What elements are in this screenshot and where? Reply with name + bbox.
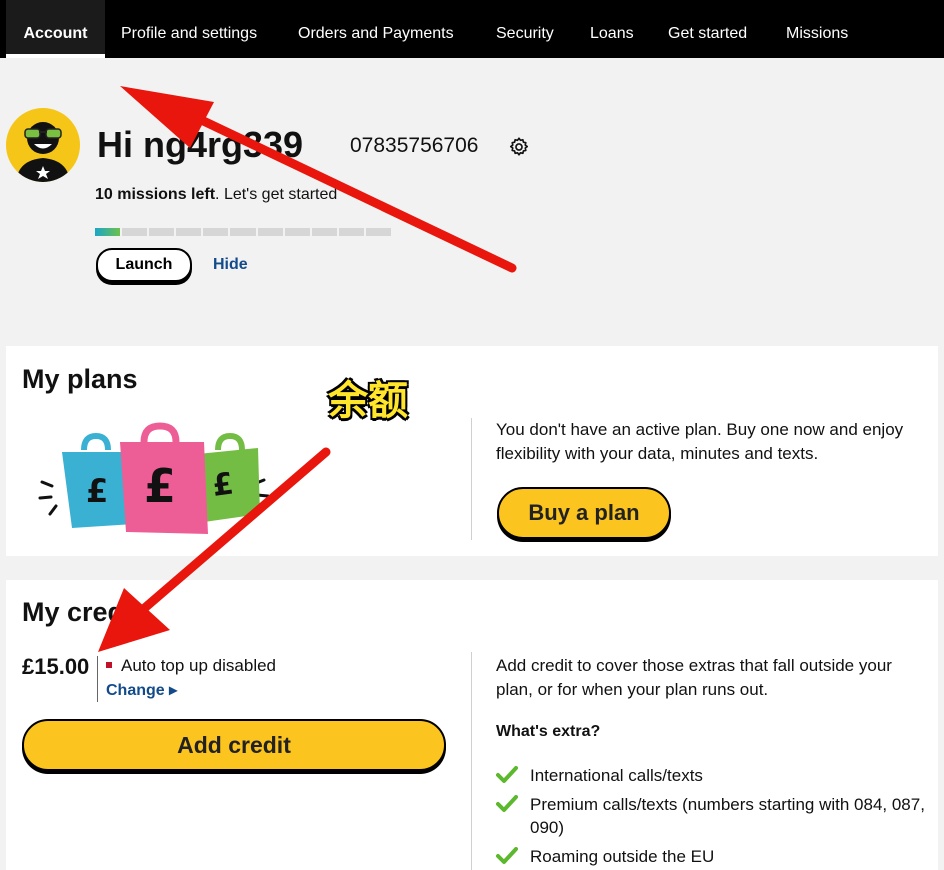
my-plans-title: My plans xyxy=(22,364,138,394)
check-icon xyxy=(496,766,518,783)
auto-top-up-status-icon xyxy=(106,662,112,668)
progress-segment xyxy=(122,228,148,236)
annotation-arrow-icon xyxy=(120,86,517,273)
shopping-bags-illustration-icon: £ £ £ xyxy=(38,422,270,534)
balance-divider xyxy=(97,656,98,702)
avatar xyxy=(6,108,80,182)
missions-count: 10 missions left xyxy=(95,186,216,203)
credit-description: Add credit to cover those extras that fa… xyxy=(496,656,892,699)
check-icon xyxy=(496,795,518,812)
change-auto-top-up-link[interactable]: Change ▸ xyxy=(106,680,177,700)
avatar-character-icon xyxy=(16,122,70,182)
missions-status: 10 missions left. Let's get started xyxy=(95,186,337,204)
phone-number: 07835756706 xyxy=(350,134,479,157)
extras-list-item: International calls/texts xyxy=(496,764,936,787)
plans-divider xyxy=(471,418,472,540)
missions-prompt: . Let's get started xyxy=(215,186,338,203)
my-plans-card: My plans £ £ £ You don't have an active … xyxy=(6,346,938,556)
progress-segment xyxy=(203,228,229,236)
missions-progress-bar xyxy=(95,228,392,236)
svg-text:£: £ xyxy=(144,459,176,513)
tab-orders-and-payments[interactable]: Orders and Payments xyxy=(298,0,454,58)
progress-segment xyxy=(149,228,175,236)
launch-button[interactable]: Launch xyxy=(96,248,192,282)
tab-security[interactable]: Security xyxy=(496,0,554,58)
tab-account[interactable]: Account xyxy=(6,0,105,58)
buy-plan-button[interactable]: Buy a plan xyxy=(497,487,671,539)
progress-segment xyxy=(257,228,283,236)
tab-missions[interactable]: Missions xyxy=(786,0,848,58)
progress-segment xyxy=(230,228,256,236)
greeting-heading: Hi ng4rg339 xyxy=(97,124,304,165)
extras-list-item: Roaming outside the EU xyxy=(496,845,936,868)
progress-segment xyxy=(338,228,364,236)
credit-divider xyxy=(471,652,472,870)
annotation-label: 余额 xyxy=(328,378,408,424)
progress-segment xyxy=(284,228,310,236)
tab-get-started[interactable]: Get started xyxy=(668,0,747,58)
extras-item-label: Roaming outside the EU xyxy=(530,847,715,866)
my-credit-title: My credit xyxy=(22,597,141,627)
my-credit-card: My credit £15.00 Auto top up disabled Ch… xyxy=(6,580,938,870)
auto-top-up-status: Auto top up disabled xyxy=(121,656,277,675)
extras-heading: What's extra? xyxy=(496,723,601,740)
progress-segment xyxy=(95,228,121,236)
progress-segment xyxy=(311,228,337,236)
extras-list-item: Premium calls/texts (numbers starting wi… xyxy=(496,793,936,839)
gear-icon[interactable] xyxy=(508,136,530,158)
progress-segment xyxy=(365,228,392,236)
extras-item-label: International calls/texts xyxy=(530,766,703,785)
plans-description: You don't have an active plan. Buy one n… xyxy=(496,420,904,463)
svg-text:£: £ xyxy=(86,472,108,510)
credit-balance: £15.00 xyxy=(22,654,90,679)
add-credit-button[interactable]: Add credit xyxy=(22,719,446,771)
progress-segment xyxy=(176,228,202,236)
check-icon xyxy=(496,847,518,864)
tab-loans[interactable]: Loans xyxy=(590,0,634,58)
extras-item-label: Premium calls/texts (numbers starting wi… xyxy=(530,795,925,837)
top-nav: Account Profile and settings Orders and … xyxy=(0,0,944,58)
tab-profile-and-settings[interactable]: Profile and settings xyxy=(121,0,257,58)
hide-link[interactable]: Hide xyxy=(213,256,248,274)
extras-list: International calls/texts Premium calls/… xyxy=(496,764,936,870)
